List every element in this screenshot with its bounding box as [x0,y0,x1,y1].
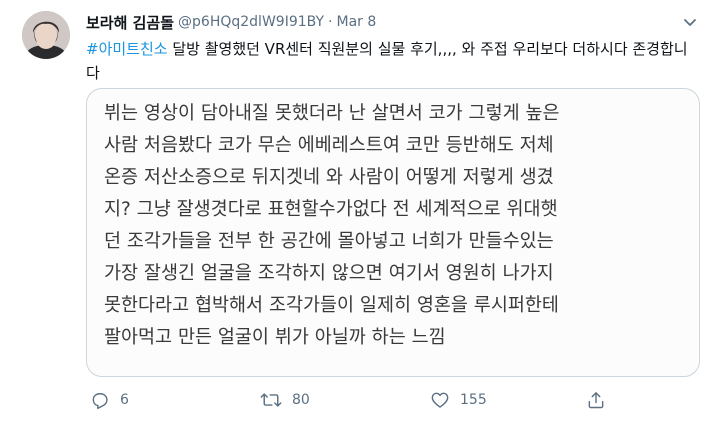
display-name[interactable]: 보라해 김곰돌 [86,12,174,33]
retweet-button[interactable]: 80 [260,385,310,415]
image-text-line: 못한다라고 협박해서 조각가들이 일제히 영혼을 루시퍼한테 [104,295,559,316]
attached-image[interactable]: 뷔는 영상이 담아내질 못했더라 난 살면서 코가 그렇게 높은 사람 처음봤다… [86,88,700,377]
image-text-line: 팔아먹고 만든 얼굴이 뷔가 아닐까 하는 느낌 [104,327,446,348]
like-button[interactable]: 155 [430,385,487,415]
share-button[interactable] [586,385,606,415]
tweet-header: 보라해 김곰돌 @p6HQq2dlW9I91BY · Mar 8 [86,11,376,33]
reply-icon [92,393,108,410]
separator-dot: · [328,14,333,30]
like-count: 155 [460,392,487,408]
avatar-image [22,11,70,59]
image-text: 뷔는 영상이 담아내질 못했더라 난 살면서 코가 그렇게 높은 사람 처음봤다… [104,98,694,354]
chevron-down-icon [684,19,696,26]
image-text-line: 사람 처음봤다 코가 무슨 에베레스트여 코만 등반해도 저체 [104,135,554,156]
hashtag-link[interactable]: #아미트친소 [86,40,168,58]
image-text-line: 뷔는 영상이 담아내질 못했더라 난 살면서 코가 그렇게 높은 [104,103,560,124]
retweet-icon [260,393,282,407]
heart-icon [431,392,449,408]
image-text-line: 온증 저산소증으로 뒤지겟네 와 사람이 어떻게 저렇게 생겼 [104,167,554,188]
share-icon [588,392,604,409]
reply-button[interactable]: 6 [90,385,129,415]
image-text-line: 던 조각가들을 전부 한 공간에 몰아넣고 너희가 만들수있는 [104,231,554,252]
reply-count: 6 [120,392,129,408]
tweet[interactable]: 보라해 김곰돌 @p6HQq2dlW9I91BY · Mar 8 #아미트친소 … [0,0,720,424]
tweet-text-body: 달방 촬영했던 VR센터 직원분의 실물 후기,,,, 와 주접 우리보다 더하… [86,40,688,82]
tweet-text: #아미트친소 달방 촬영했던 VR센터 직원분의 실물 후기,,,, 와 주접 … [86,37,696,85]
more-options-button[interactable] [680,12,700,32]
user-handle[interactable]: @p6HQq2dlW9I91BY [178,14,324,30]
retweet-count: 80 [292,392,310,408]
image-text-line: 지? 그냥 잘생겻다로 표현할수가없다 전 세계적으로 위대햇 [104,199,558,220]
tweet-date[interactable]: Mar 8 [336,14,376,30]
avatar[interactable] [22,11,70,59]
image-text-line: 가장 잘생긴 얼굴을 조각하지 않으면 여기서 영원히 나가지 [104,263,554,284]
tweet-actions: 6 80 155 [86,385,706,415]
